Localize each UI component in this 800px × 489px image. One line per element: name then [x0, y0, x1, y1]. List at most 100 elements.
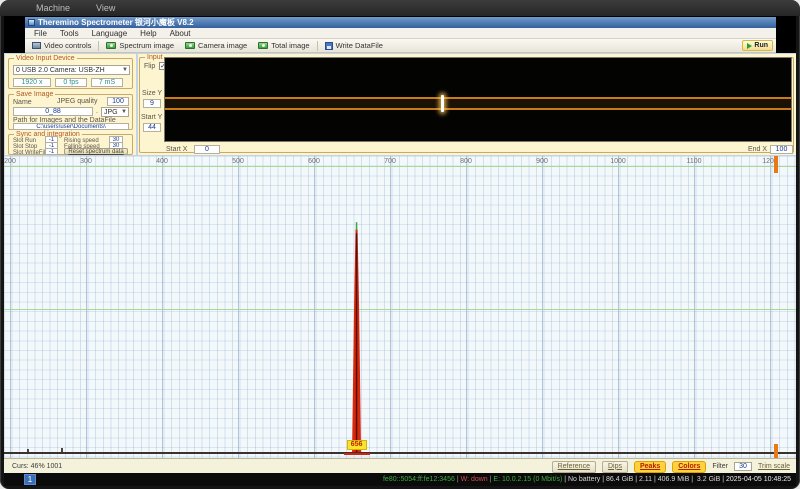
save-image-group-title: Save Image: [14, 91, 56, 98]
filter-label: Filter: [712, 463, 728, 470]
app-icon: [28, 19, 35, 26]
write-datafile-label: Write DataFile: [335, 41, 383, 50]
ethernet-status: E: 10.0.2.15 (0 Mbit/s): [493, 476, 563, 483]
x-tick-label: 800: [460, 158, 472, 165]
taskbar-status: fe80::5054:ff:fe12:3456 | W: down | E: 1…: [383, 475, 791, 483]
spectrum-series: [352, 222, 362, 452]
app-title: Theremino Spectrometer 银河小魔板 V8.2: [38, 18, 194, 27]
end-x-field[interactable]: 100: [770, 145, 793, 154]
x-tick-label: 400: [156, 158, 168, 165]
spectrum-image-button[interactable]: Spectrum image: [102, 40, 178, 51]
x-tick-label: 500: [232, 158, 244, 165]
name-field[interactable]: 0_88: [13, 107, 93, 116]
cursor-readout: Curs: 46% 1001: [12, 463, 63, 470]
control-panels: Video Input Device 0 USB 2.0 Camera: USB…: [4, 53, 796, 156]
total-image-button[interactable]: Total image: [254, 40, 313, 51]
size-y-field[interactable]: 9: [143, 99, 161, 108]
video-controls-button[interactable]: Video controls: [28, 40, 95, 51]
app-menubar: File Tools Language Help About: [25, 28, 776, 39]
trim-scale-button[interactable]: Trim scale: [758, 463, 790, 470]
scan-band[interactable]: [165, 97, 791, 110]
menu-file[interactable]: File: [34, 29, 47, 38]
dot-label: .: [96, 108, 98, 115]
peak-label: 656: [346, 440, 367, 450]
run-button[interactable]: Run: [742, 40, 773, 51]
video-controls-icon: [32, 42, 41, 49]
x-tick-label: 700: [384, 158, 396, 165]
x-tick-label: 600: [308, 158, 320, 165]
slot-writefile-field[interactable]: -1: [45, 148, 58, 155]
x-tick-label: 1000: [610, 158, 626, 165]
sync-group: Sync and integration Slot Run -1 Slot St…: [8, 131, 133, 156]
path-field[interactable]: C:\users\user\Documents\: [13, 123, 129, 130]
size-y-label: Size Y: [142, 90, 163, 97]
camera-icon: [258, 42, 269, 49]
input-group-title: Input: [145, 54, 165, 61]
start-x-field[interactable]: 0: [194, 145, 220, 154]
spectrum-chart[interactable]: 200 300 400 500 600 700 800 900 1000 1100 1200 656: [4, 156, 796, 458]
statusbar-controls: Reference Dips Peaks Colors Filter 30 Tr…: [551, 460, 790, 473]
write-datafile-button[interactable]: Write DataFile: [321, 40, 387, 51]
video-input-group-title: Video Input Device: [14, 55, 77, 62]
peak-underline: [343, 453, 370, 455]
spectrum-image-label: Spectrum image: [119, 41, 175, 50]
input-panel: Input Flip ✓ Size Y 9 Start Y 44 Start X…: [138, 54, 796, 155]
menu-language[interactable]: Language: [92, 29, 128, 38]
x-tick-label: 1100: [686, 158, 702, 165]
vm-menu-view[interactable]: View: [96, 3, 115, 13]
x-tick-label: 900: [536, 158, 548, 165]
format-value: JPG: [104, 109, 118, 116]
video-device-value: 0 USB 2.0 Camera: USB-ZH: [16, 67, 105, 74]
guest-screen: Theremino Spectrometer 银河小魔板 V8.2 File T…: [4, 16, 796, 486]
resolution-box: 1920 x: [13, 78, 51, 87]
fps-box: 0 fps: [55, 78, 87, 87]
jpeg-quality-field[interactable]: 100: [107, 97, 129, 106]
total-image-label: Total image: [271, 41, 310, 50]
colors-button[interactable]: Colors: [672, 460, 707, 473]
camera-icon: [106, 42, 117, 49]
reset-spectrum-button[interactable]: Reset spectrum data: [64, 148, 128, 155]
filter-field[interactable]: 30: [733, 462, 752, 471]
video-device-select[interactable]: 0 USB 2.0 Camera: USB-ZH ▼: [13, 65, 130, 75]
name-label: Name: [13, 99, 32, 106]
menu-about[interactable]: About: [170, 29, 191, 38]
app-toolbar: Video controls Spectrum image Camera ima…: [25, 39, 776, 53]
vm-menu-machine[interactable]: Machine: [36, 3, 70, 13]
camera-image-button[interactable]: Camera image: [181, 40, 251, 51]
toolbar-separator: [316, 40, 318, 51]
reference-button[interactable]: Reference: [551, 460, 596, 473]
flip-label: Flip: [144, 63, 156, 70]
camera-preview[interactable]: [164, 57, 792, 142]
video-controls-label: Video controls: [44, 41, 92, 50]
camera-icon: [185, 42, 196, 49]
play-icon: [747, 42, 753, 49]
menu-tools[interactable]: Tools: [60, 29, 79, 38]
app-titlebar: Theremino Spectrometer 银河小魔板 V8.2: [25, 17, 776, 28]
ipv6-address: fe80::5054:ff:fe12:3456: [382, 476, 455, 483]
peaks-button[interactable]: Peaks: [633, 460, 667, 473]
chevron-down-icon: ▼: [122, 67, 128, 73]
workspace-badge[interactable]: 1: [24, 474, 36, 485]
chevron-down-icon: ▼: [121, 109, 127, 115]
start-x-label: Start X: [166, 146, 188, 153]
toolbar-separator: [98, 40, 100, 51]
format-select[interactable]: JPG ▼: [101, 107, 129, 117]
spectrum-statusbar: Curs: 46% 1001 Reference Dips Peaks Colo…: [4, 458, 796, 473]
menu-help[interactable]: Help: [140, 29, 156, 38]
video-input-group: Video Input Device 0 USB 2.0 Camera: USB…: [8, 55, 133, 89]
save-image-group: Save Image Name JPEG quality 100 0_88 . …: [8, 91, 133, 130]
end-x-label: End X: [748, 146, 768, 153]
clock: 2025-04-05 10:48:25: [726, 476, 791, 483]
x-tick-label: 300: [80, 158, 92, 165]
jpeg-quality-label: JPEG quality: [57, 98, 98, 105]
dips-button[interactable]: Dips: [601, 460, 628, 473]
latency-box: 7 mS: [91, 78, 123, 87]
trim-scale-marker[interactable]: [773, 444, 778, 458]
trim-scale-marker[interactable]: [773, 156, 778, 173]
x-tick-label: 200: [4, 158, 16, 165]
vm-menubar: Machine View: [0, 0, 800, 16]
start-y-field[interactable]: 44: [143, 123, 161, 132]
run-label: Run: [754, 42, 768, 49]
save-icon: [324, 41, 333, 50]
taskbar: 1 fe80::5054:ff:fe12:3456 | W: down | E:…: [4, 473, 796, 486]
